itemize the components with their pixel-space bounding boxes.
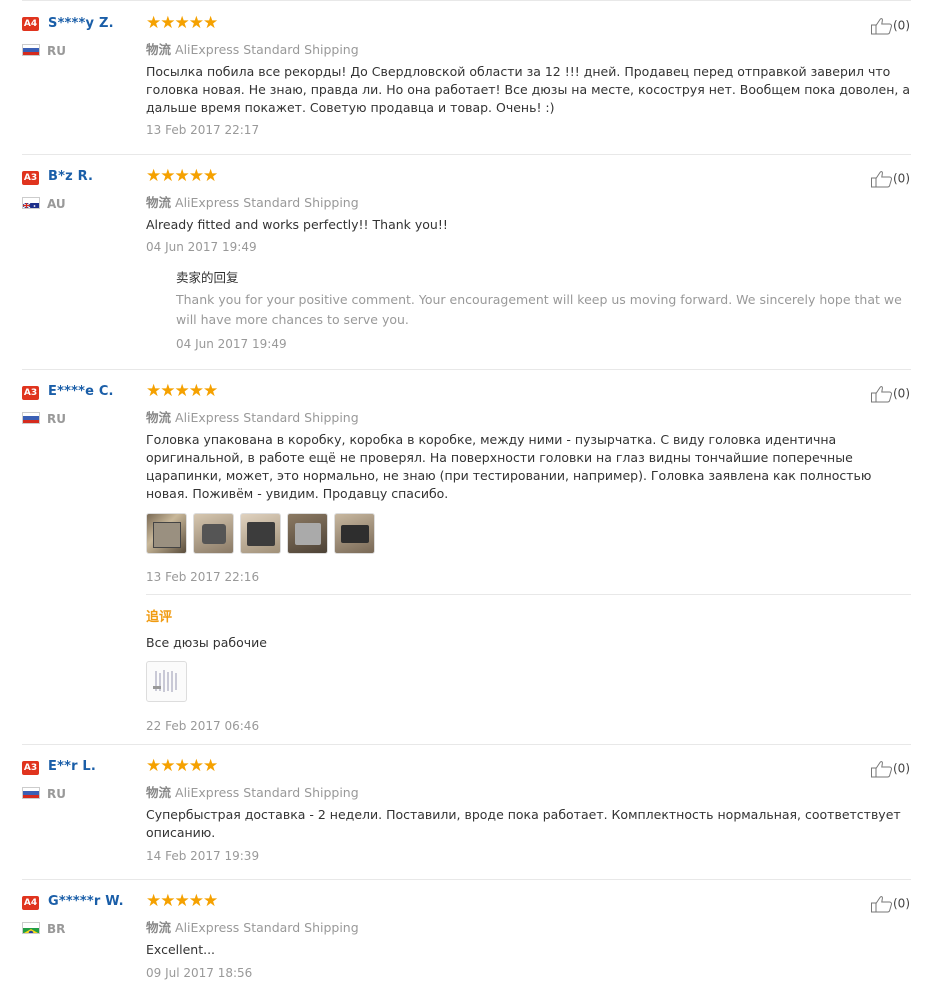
buyer-name: S****y Z.: [48, 16, 114, 31]
star-rating: ★★★★★: [146, 13, 218, 33]
review-photos: [146, 513, 375, 554]
shipping-method: 物流 AliExpress Standard Shipping: [146, 917, 359, 936]
buyer-level-badge: A4: [22, 17, 39, 31]
shipping-name: AliExpress Standard Shipping: [175, 195, 359, 210]
review-divider: [22, 369, 911, 370]
helpful-count: (0): [893, 18, 910, 33]
thumbs-up-icon: [870, 17, 893, 35]
buyer-name: E****e C.: [48, 384, 114, 399]
review-photo[interactable]: [287, 513, 328, 554]
review-photo[interactable]: [240, 513, 281, 554]
buyer-name: B*z R.: [48, 169, 94, 184]
helpful-button[interactable]: (0): [870, 760, 910, 778]
shipping-name: AliExpress Standard Shipping: [175, 920, 359, 935]
russia-flag-icon: [22, 44, 40, 56]
shipping-method: 物流 AliExpress Standard Shipping: [146, 39, 359, 58]
buyer-level-badge: A3: [22, 761, 39, 775]
followup-date: 22 Feb 2017 06:46: [146, 719, 260, 733]
seller-reply-text: Thank you for your positive comment. You…: [176, 292, 902, 327]
country-code: BR: [47, 922, 66, 936]
country-code: RU: [47, 44, 66, 58]
thumbs-up-icon: [870, 170, 893, 188]
country-code: AU: [47, 197, 66, 211]
followup-label: 追评: [146, 610, 173, 625]
australia-flag-icon: [22, 197, 40, 209]
review-divider: [22, 154, 911, 155]
ship-prefix: 物流: [146, 195, 172, 210]
helpful-count: (0): [893, 386, 910, 401]
shipping-name: AliExpress Standard Shipping: [175, 42, 359, 57]
helpful-button[interactable]: (0): [870, 17, 910, 35]
helpful-button[interactable]: (0): [870, 895, 910, 913]
buyer-level-badge: A4: [22, 896, 39, 910]
shipping-method: 物流 AliExpress Standard Shipping: [146, 407, 359, 426]
followup-photo[interactable]: [146, 661, 187, 702]
buyer-name: E**r L.: [48, 759, 97, 774]
helpful-count: (0): [893, 761, 910, 776]
helpful-count: (0): [893, 896, 910, 911]
buyer-level-badge: A3: [22, 171, 39, 185]
country-code: RU: [47, 412, 66, 426]
star-rating: ★★★★★: [146, 891, 218, 911]
seller-reply-date: 04 Jun 2017 19:49: [176, 337, 287, 351]
review-text: Already fitted and works perfectly!! Tha…: [146, 217, 448, 232]
russia-flag-icon: [22, 787, 40, 799]
shipping-name: AliExpress Standard Shipping: [175, 410, 359, 425]
followup-text: Все дюзы рабочие: [146, 635, 267, 650]
review-photo[interactable]: [334, 513, 375, 554]
shipping-name: AliExpress Standard Shipping: [175, 785, 359, 800]
review-text: Супербыстрая доставка - 2 недели. Постав…: [146, 807, 901, 840]
star-rating: ★★★★★: [146, 381, 218, 401]
country-code: RU: [47, 787, 66, 801]
russia-flag-icon: [22, 412, 40, 424]
thumbs-up-icon: [870, 895, 893, 913]
followup-photos: [146, 661, 187, 702]
shipping-method: 物流 AliExpress Standard Shipping: [146, 192, 359, 211]
review-date: 14 Feb 2017 19:39: [146, 849, 260, 863]
review-text: Головка упакована в коробку, коробка в к…: [146, 432, 872, 501]
buyer-level-badge: A3: [22, 386, 39, 400]
helpful-button[interactable]: (0): [870, 385, 910, 403]
review-photo[interactable]: [146, 513, 187, 554]
review-date: 13 Feb 2017 22:16: [146, 570, 260, 584]
ship-prefix: 物流: [146, 785, 172, 800]
review-divider: [22, 879, 911, 880]
buyer-name: G*****r W.: [48, 894, 124, 909]
review-text: Excellent...: [146, 942, 216, 957]
thumbs-up-icon: [870, 385, 893, 403]
brazil-flag-icon: [22, 922, 40, 934]
ship-prefix: 物流: [146, 920, 172, 935]
ship-prefix: 物流: [146, 410, 172, 425]
helpful-button[interactable]: (0): [870, 170, 910, 188]
star-rating: ★★★★★: [146, 756, 218, 776]
followup-divider: [146, 594, 911, 595]
thumbs-up-icon: [870, 760, 893, 778]
shipping-method: 物流 AliExpress Standard Shipping: [146, 782, 359, 801]
ship-prefix: 物流: [146, 42, 172, 57]
review-divider: [22, 744, 911, 745]
review-text: Посылка побила все рекорды! До Свердловс…: [146, 64, 911, 115]
review-date: 04 Jun 2017 19:49: [146, 240, 257, 254]
top-divider: [22, 0, 911, 1]
review-date: 13 Feb 2017 22:17: [146, 123, 260, 137]
review-date: 09 Jul 2017 18:56: [146, 966, 253, 980]
star-rating: ★★★★★: [146, 166, 218, 186]
review-photo[interactable]: [193, 513, 234, 554]
helpful-count: (0): [893, 171, 910, 186]
seller-reply-title: 卖家的回复: [176, 270, 239, 285]
